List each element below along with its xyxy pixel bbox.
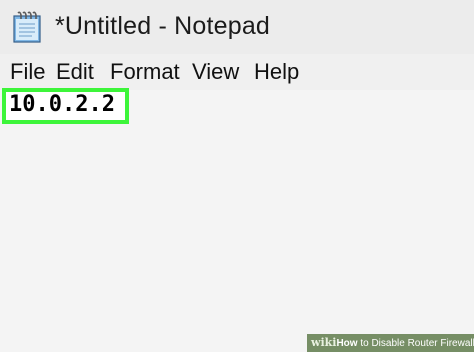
- menu-bar: File Edit Format View Help: [0, 54, 474, 90]
- watermark-text: to Disable Router Firewall: [357, 338, 474, 349]
- menu-format[interactable]: Format: [110, 59, 180, 85]
- notepad-icon: [10, 10, 46, 44]
- watermark: wikiHow to Disable Router Firewall: [307, 334, 474, 352]
- editor-text[interactable]: 10.0.2.2: [9, 92, 115, 117]
- menu-edit[interactable]: Edit: [56, 59, 94, 85]
- watermark-logo: wiki: [311, 336, 337, 349]
- watermark-bold: How: [336, 338, 358, 349]
- menu-file[interactable]: File: [10, 59, 45, 85]
- menu-view[interactable]: View: [192, 59, 239, 85]
- menu-help[interactable]: Help: [254, 59, 299, 85]
- title-bar: *Untitled - Notepad: [0, 0, 474, 54]
- text-editor-area[interactable]: [0, 90, 474, 352]
- window-title: *Untitled - Notepad: [55, 12, 271, 40]
